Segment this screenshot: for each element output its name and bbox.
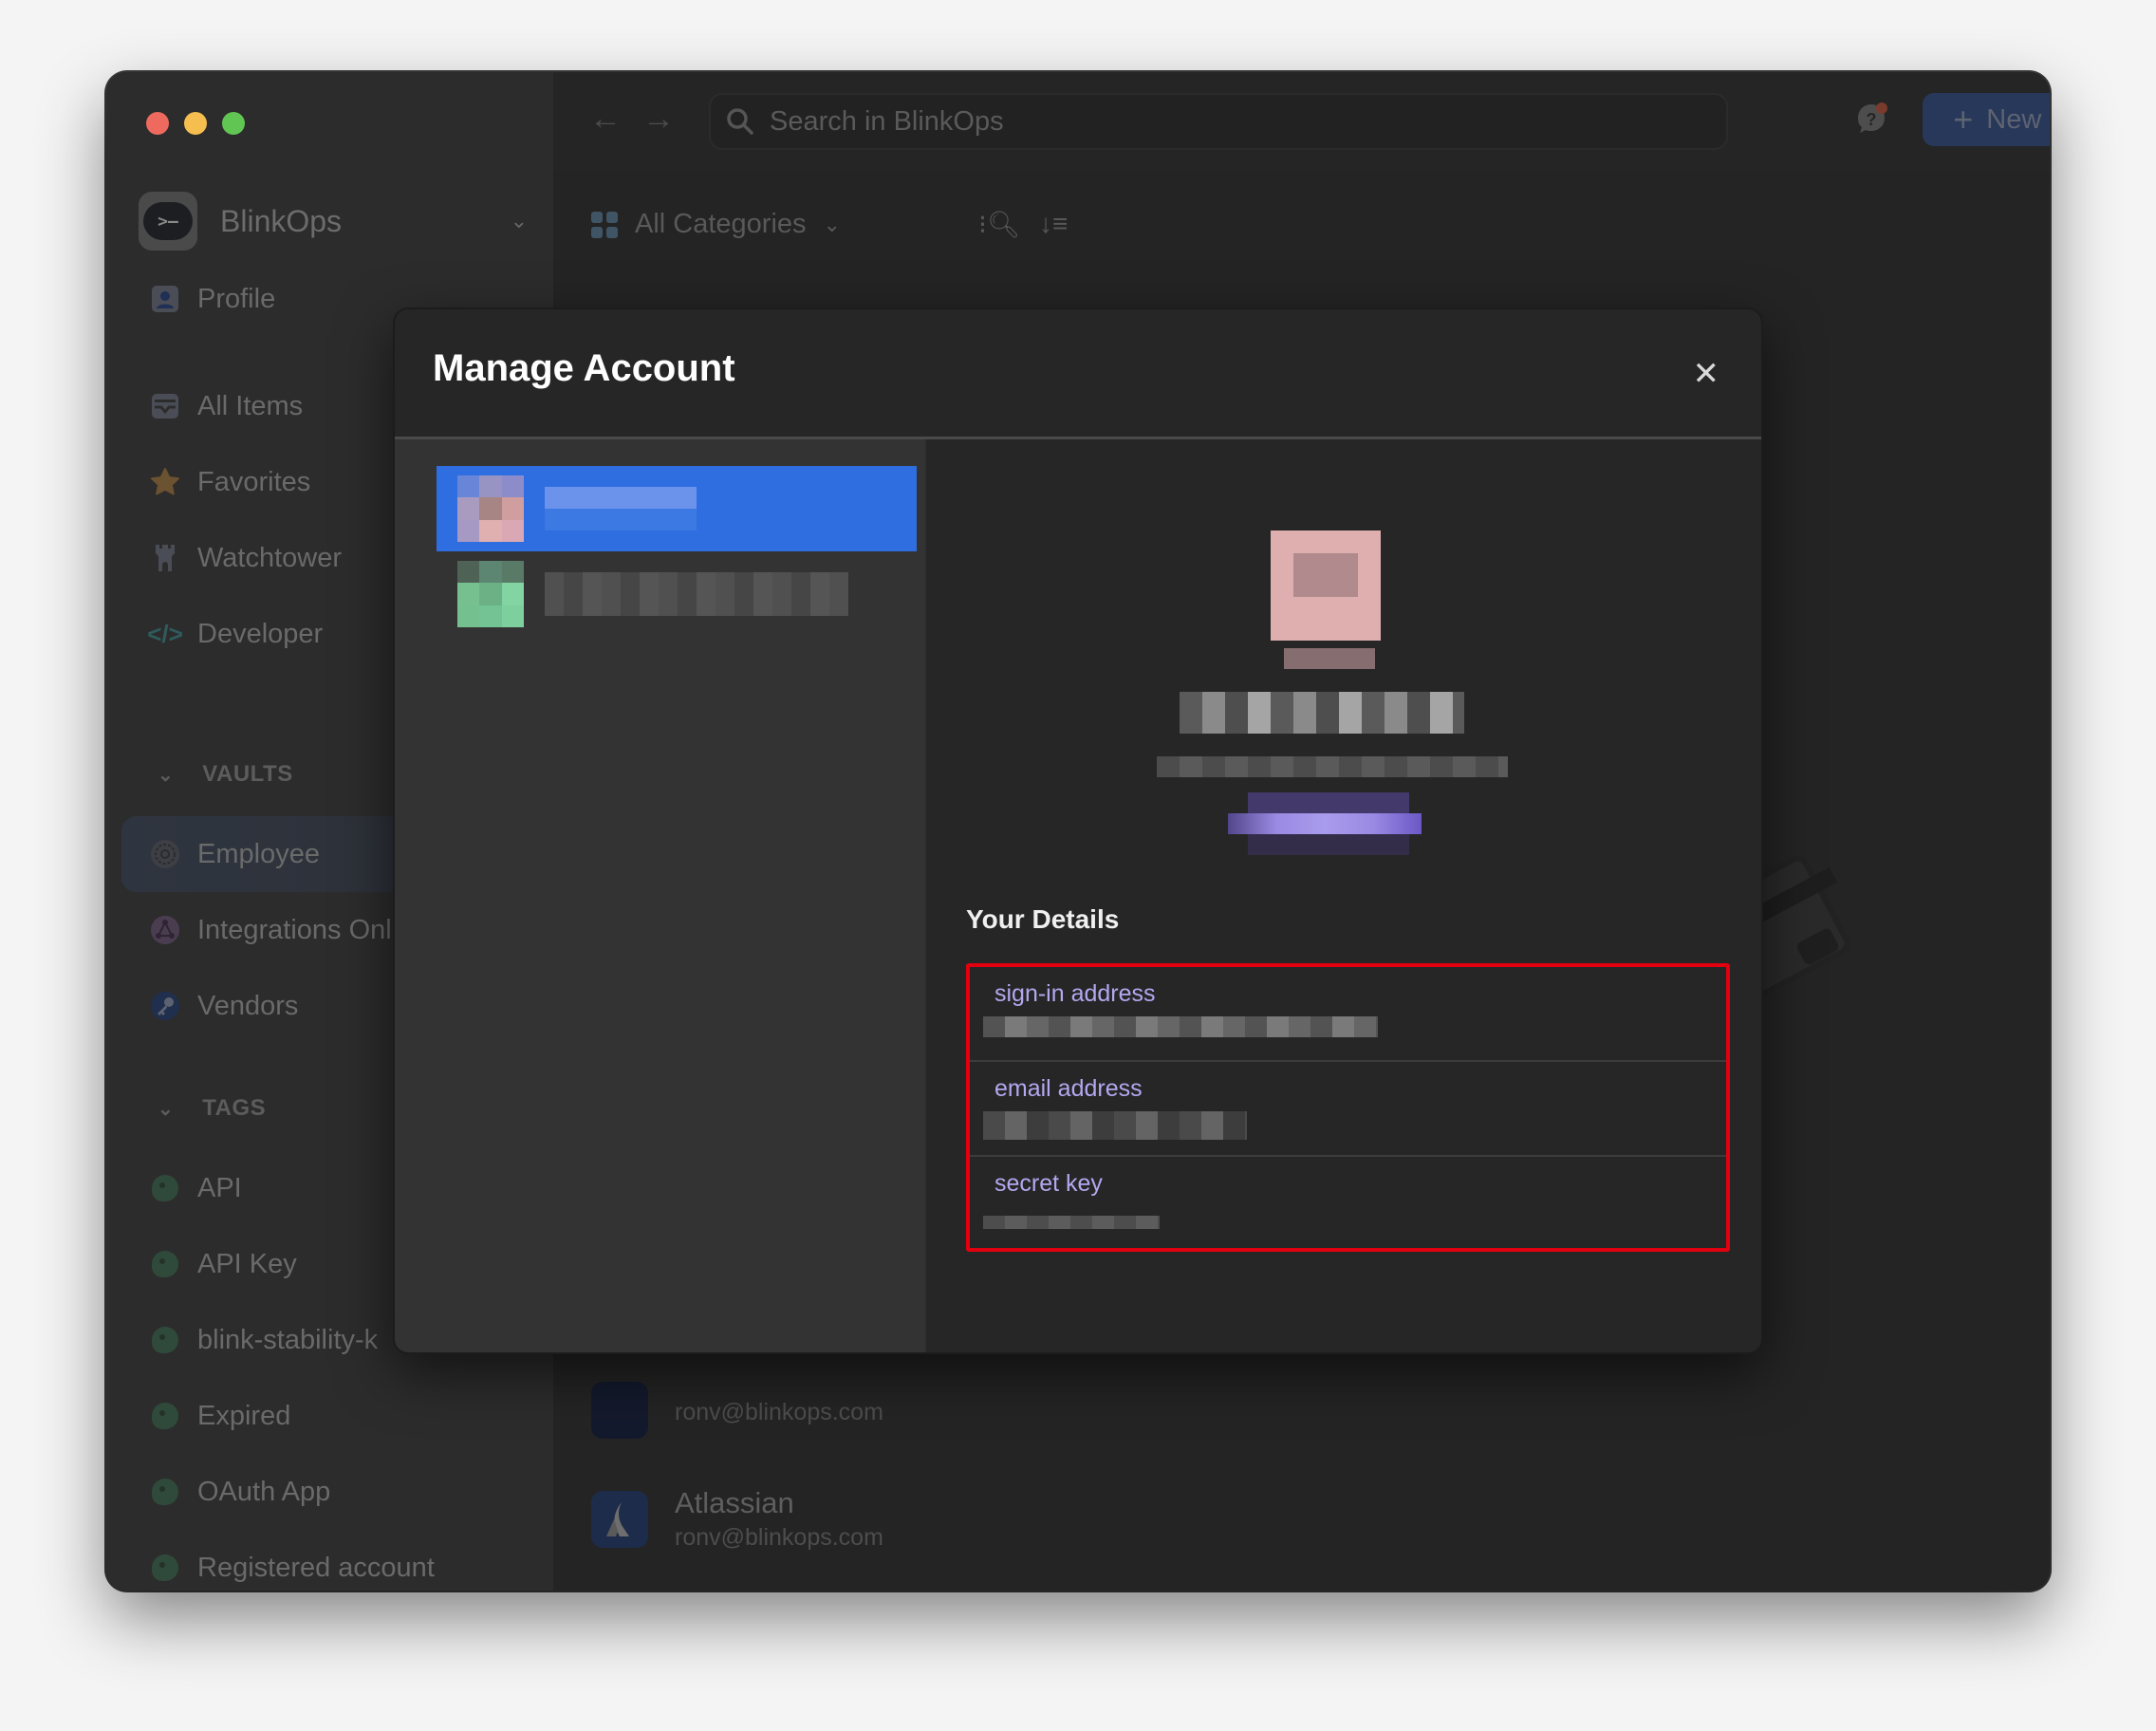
- account-switcher[interactable]: >– BlinkOps ⌄: [139, 192, 528, 251]
- chevron-down-icon: ⌄: [510, 209, 528, 233]
- account-name-redacted: [545, 572, 848, 616]
- help-chat-icon[interactable]: ?: [1853, 101, 1889, 137]
- inbox-icon: [150, 391, 180, 421]
- app-window: >– BlinkOps ⌄ Profile All Items Favorite…: [106, 72, 2050, 1591]
- sidebar-tag[interactable]: API Key: [150, 1236, 297, 1293]
- secret-key-field[interactable]: secret key: [970, 1157, 1726, 1250]
- sidebar-item-developer[interactable]: </> Developer: [147, 605, 324, 662]
- your-details-heading: Your Details: [966, 904, 1120, 934]
- dialog-header: Manage Account ✕: [395, 309, 1761, 439]
- list-item-subtitle: ronv@blinkops.com: [675, 1524, 883, 1551]
- sort-icon[interactable]: ↓≡: [1039, 209, 1068, 239]
- vaults-section-header[interactable]: ⌄ VAULTS: [158, 761, 293, 788]
- account-list-item-selected[interactable]: [437, 466, 917, 551]
- sidebar-item-label: All Items: [197, 390, 304, 421]
- network-icon: [150, 915, 180, 945]
- svg-text:?: ?: [1867, 110, 1877, 129]
- tag-icon: [152, 1251, 178, 1277]
- tower-icon: [150, 543, 180, 573]
- sidebar-item-label: Employee: [197, 838, 320, 869]
- sidebar-vault-employee[interactable]: Employee: [150, 826, 320, 883]
- tag-icon: [152, 1403, 178, 1429]
- list-item[interactable]: Atlassian ronv@blinkops.com: [591, 1486, 883, 1552]
- sidebar-tag[interactable]: OAuth App: [150, 1463, 330, 1520]
- search-bar[interactable]: [709, 93, 1728, 150]
- chevron-down-icon: ⌄: [823, 212, 841, 236]
- window-controls: [146, 112, 245, 135]
- tag-icon: [152, 1479, 178, 1505]
- dialog-title: Manage Account: [433, 347, 735, 389]
- key-icon: [150, 991, 180, 1021]
- close-icon[interactable]: ✕: [1693, 355, 1720, 393]
- tags-section-header[interactable]: ⌄ TAGS: [158, 1095, 266, 1122]
- account-name: BlinkOps: [220, 203, 343, 238]
- sidebar-vault-integrations[interactable]: Integrations Onl: [150, 902, 392, 959]
- back-arrow-icon[interactable]: ←: [589, 101, 622, 138]
- email-address-field[interactable]: email address: [970, 1062, 1726, 1157]
- star-icon: [150, 467, 180, 497]
- top-bar: ← → ? + New Item: [553, 72, 2050, 173]
- filter-search-icon[interactable]: ⁝🔍︎: [978, 209, 1020, 240]
- item-icon: [591, 1382, 648, 1439]
- blinkops-logo-icon: >–: [139, 192, 197, 251]
- sidebar-tag[interactable]: Registered account: [150, 1539, 435, 1591]
- forward-arrow-icon[interactable]: →: [642, 101, 675, 138]
- profile-name-redacted: [1180, 692, 1464, 734]
- sidebar-item-label: Developer: [197, 618, 324, 649]
- minimize-window-button[interactable]: [184, 112, 207, 135]
- sidebar-item-label: Integrations Onl: [197, 914, 392, 945]
- field-label: secret key: [994, 1170, 1103, 1197]
- sidebar-item-label: Vendors: [197, 990, 299, 1021]
- atlassian-logo-icon: [591, 1490, 648, 1548]
- list-item-subtitle: ronv@blinkops.com: [675, 1398, 883, 1425]
- vault-icon: [150, 839, 180, 869]
- sidebar-item-profile[interactable]: Profile: [150, 270, 275, 327]
- details-fields: sign-in address email address secret key: [966, 963, 1730, 1252]
- sidebar-vault-vendors[interactable]: Vendors: [150, 977, 298, 1034]
- grid-icon: [591, 211, 618, 238]
- code-icon: </>: [147, 619, 183, 648]
- sidebar-item-favorites[interactable]: Favorites: [150, 454, 310, 511]
- profile-email-redacted: [1157, 756, 1508, 777]
- category-filter[interactable]: All Categories ⌄: [591, 209, 841, 240]
- notification-dot: [1876, 102, 1887, 114]
- account-list-item[interactable]: [437, 551, 917, 637]
- account-name-redacted: [545, 487, 697, 530]
- tag-icon: [152, 1554, 178, 1581]
- sidebar-item-watchtower[interactable]: Watchtower: [150, 530, 342, 586]
- account-avatar: [457, 561, 524, 627]
- field-value-redacted: [983, 1216, 1160, 1229]
- zoom-window-button[interactable]: [222, 112, 245, 135]
- person-icon: [150, 284, 180, 314]
- sidebar-item-label: Favorites: [197, 466, 311, 497]
- tag-icon: [152, 1327, 178, 1353]
- field-value-redacted: [983, 1016, 1378, 1037]
- new-item-button[interactable]: + New Item: [1923, 93, 2050, 146]
- account-avatar: [457, 475, 524, 542]
- field-label: email address: [994, 1075, 1143, 1102]
- plus-icon: +: [1953, 100, 1974, 139]
- manage-account-dialog: Manage Account ✕ Your Details sign-in ad…: [395, 309, 1761, 1352]
- sidebar-tag[interactable]: blink-stability-k: [150, 1312, 378, 1368]
- search-icon: [727, 108, 753, 135]
- sidebar-tag[interactable]: Expired: [150, 1387, 290, 1444]
- sidebar-tag[interactable]: API: [150, 1160, 242, 1217]
- list-item[interactable]: ronv@blinkops.com: [591, 1382, 883, 1439]
- chevron-down-icon: ⌄: [158, 764, 175, 786]
- profile-badge-redacted: [1228, 813, 1422, 834]
- close-window-button[interactable]: [146, 112, 169, 135]
- search-input[interactable]: [768, 104, 1626, 139]
- sidebar-item-label: Watchtower: [197, 542, 343, 573]
- account-details-panel: Your Details sign-in address email addre…: [927, 439, 1761, 1352]
- profile-summary-redacted: [927, 439, 1761, 885]
- sign-in-address-field[interactable]: sign-in address: [970, 967, 1726, 1062]
- chevron-down-icon: ⌄: [158, 1098, 175, 1120]
- field-value-redacted: [983, 1111, 1247, 1140]
- list-item-title: Atlassian: [675, 1486, 794, 1519]
- account-list: [395, 439, 927, 1352]
- tag-icon: [152, 1175, 178, 1201]
- field-label: sign-in address: [994, 980, 1156, 1007]
- sidebar-item-label: Profile: [197, 283, 276, 314]
- sidebar-item-all-items[interactable]: All Items: [150, 378, 303, 435]
